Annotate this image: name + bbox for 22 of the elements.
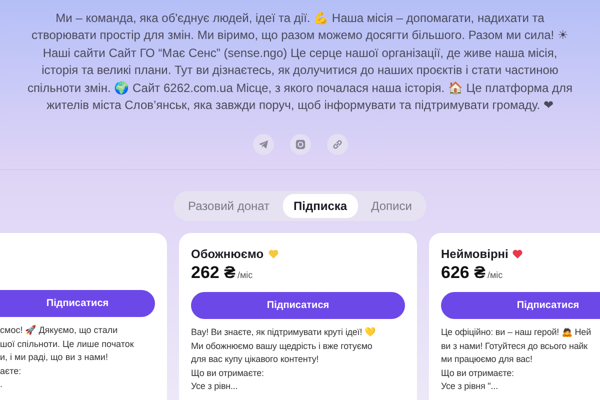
price-period: /міс [237, 270, 253, 280]
telegram-button[interactable] [252, 134, 274, 156]
tab[interactable]: Разовий донат [177, 194, 281, 218]
subscribe-button[interactable]: Підписатися [191, 292, 405, 319]
tier-description: смос! 🚀 Дякуємо, що стали шої спільноти. Це лише початок и, і ми раді, що ви з нами! аєте: . [0, 324, 135, 391]
tier-description: Це офіційно: ви – наш герой! 🙇 Ней ви з нами! Готуйтеся до всього найк ми працюємо для вас! Що ви отримаєте: Усе з рівня "... [441, 326, 592, 393]
tier-price: 262 ₴ [191, 263, 236, 283]
subscribe-button[interactable]: Підписатися [441, 292, 600, 319]
tier-title: Обожнюємо [191, 247, 264, 261]
link-icon [332, 139, 342, 150]
camera-icon [294, 139, 306, 150]
subscribe-button[interactable]: Підписатися [0, 290, 155, 317]
tier-description: Вау! Ви знаєте, як підтримувати круті ідеї! 💛 Ми обожнюємо вашу щедрість і вже готуємо для вас купу цікавого контенту! Що ви отримаєте: Усе з рівн... [191, 326, 376, 393]
price-period: /міс [487, 270, 503, 280]
paper-plane-icon [258, 139, 268, 150]
about-text: Ми – команда, яка об'єднує людей, ідеї та дії. 💪 Наша місія – допомагати, надихати та створювати простір для змін. Ми віримо, що разом можемо досягти більшого. Разом ми сила! ☀ Наші сайти Сайт ГО “Має Сенс” (sense.ngo) Це серце нашої організації, де живе наша місія, історія та великі плани. Тут ви дізнаєтесь, як долучитися до наших проєктів і стати частиною спільноти змін. 🌍 Сайт 6262.com.ua Місце, з якого почалася наша історія. 🏠 Це платформа для жителів міста Слов’янськ, яка завжди поруч, щоб інформувати та підтримувати громаду. ❤ [26, 10, 574, 114]
tier-price: 626 ₴ [441, 263, 486, 283]
instagram-button[interactable] [290, 134, 310, 156]
link-button[interactable] [326, 134, 348, 156]
tab[interactable]: Дописи [360, 194, 423, 218]
tier-title: Неймовірні [441, 247, 508, 261]
tab[interactable]: Підписка [282, 194, 358, 218]
